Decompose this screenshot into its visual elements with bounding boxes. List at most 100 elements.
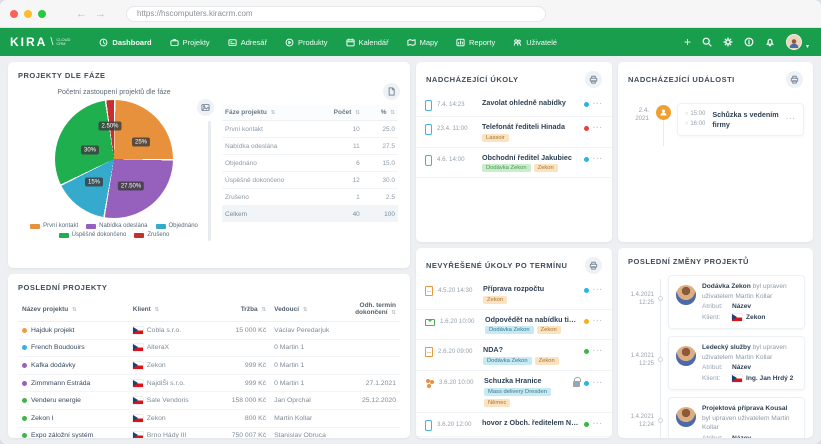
project-row[interactable]: Zekon IZekon800 KčMartin Kollar [18, 409, 400, 427]
project-row[interactable]: Hajduk projektCobla s.r.o.15 000 KčVácla… [18, 322, 400, 340]
column-header-count[interactable]: Počet ⇅ [321, 105, 363, 121]
task-item[interactable]: 3.6.20 10:00 Schuzka Hranice Mass delive… [416, 371, 612, 413]
more-menu-icon[interactable]: ··· [593, 421, 603, 428]
table-row[interactable]: Objednáno615.0 [222, 155, 398, 172]
more-menu-icon[interactable]: ··· [593, 348, 603, 355]
project-row[interactable]: Venderu energieSale Vendoris158 000 KčJa… [18, 392, 400, 410]
task-item[interactable]: 7.4. 14:23 Zavolat ohledně nabídky ··· [416, 93, 612, 117]
project-row[interactable]: Kafka dodávkyZekon999 Kč0 Martin 1 [18, 357, 400, 375]
column-header-lead[interactable]: Vedoucí ⇅ [270, 297, 335, 322]
more-menu-icon[interactable]: ··· [593, 101, 603, 108]
project-row[interactable]: Zimmmann EstrádaNajdiŠi s.r.o.999 Kč0 Ma… [18, 374, 400, 392]
task-item[interactable]: 3.6.20 12:00 hovor z Obch. ředitelem Not… [416, 413, 612, 437]
task-title: Zavolat ohledně nabídky [482, 98, 579, 108]
search-icon[interactable] [702, 37, 712, 47]
report-chart-icon [456, 38, 465, 47]
column-header-revenue[interactable]: Tržba ⇅ [217, 297, 270, 322]
tag[interactable]: Dodávka Zekon [482, 164, 531, 172]
app-logo[interactable]: KIRA \ CLOUD CRM [10, 35, 72, 49]
project-row[interactable]: French BoudouirsAlteraX0 Martin 1 [18, 339, 400, 357]
event-times: ○15:00 ○16:00 [685, 110, 705, 129]
tag[interactable]: Zekon [534, 164, 558, 172]
table-row[interactable]: První kontakt1025.0 [222, 121, 398, 138]
legend-item[interactable]: Zrušeno [134, 232, 169, 238]
gear-icon[interactable] [723, 37, 733, 47]
add-icon[interactable]: + [684, 37, 691, 47]
task-item[interactable]: 23.4. 11:00 Telefonát řediteli Hinada La… [416, 117, 612, 148]
status-dot [584, 102, 589, 107]
column-header-pct[interactable]: % ⇅ [363, 105, 398, 121]
change-item[interactable]: 1.4.202112:25 Ledecký služby byl upraven… [618, 336, 805, 390]
nav-item-kalendar[interactable]: Kalendář [337, 28, 398, 56]
more-menu-icon[interactable]: ··· [593, 380, 603, 387]
column-header-due[interactable]: Odh. termín dokončení ⇅ [335, 297, 400, 322]
print-button[interactable] [585, 257, 602, 274]
user-avatar[interactable] [786, 34, 802, 50]
tag[interactable]: Mass delivery Dresden [484, 388, 551, 396]
table-row[interactable]: Nabídka odeslána1127.5 [222, 138, 398, 155]
bell-icon[interactable] [765, 37, 775, 47]
tag[interactable]: Dodávka Zekon [485, 326, 534, 334]
project-row[interactable]: Expo záložní systémBrno Hády III750 007 … [18, 427, 400, 438]
more-menu-icon[interactable]: ··· [593, 287, 603, 294]
nav-item-mapy[interactable]: Mapy [398, 28, 447, 56]
legend-item[interactable]: První kontakt [30, 223, 78, 229]
clock-icon: ○ [685, 121, 688, 127]
tag[interactable]: Zekon [483, 296, 507, 304]
tag[interactable]: Dodávka Zekon [483, 357, 532, 365]
table-row[interactable]: Úspěšně dokončeno1230.0 [222, 172, 398, 189]
nav-item-adresar[interactable]: Adresář [219, 28, 276, 56]
legend-item[interactable]: Objednáno [156, 223, 198, 229]
nav-item-dashboard[interactable]: Dashboard [90, 28, 160, 56]
task-item[interactable]: 4.6. 14:00 Obchodní ředitel Jakubiec Dod… [416, 148, 612, 179]
avatar [676, 407, 696, 427]
nav-item-uzivatele[interactable]: Uživatelé [504, 28, 566, 56]
task-item[interactable]: 1.6.20 10:00 Odpovědět na nabídku tiskar… [416, 310, 612, 341]
legend-item[interactable]: Úspěšně dokončeno [59, 232, 127, 238]
avatar [676, 285, 696, 305]
forward-icon[interactable]: → [95, 8, 106, 20]
back-icon[interactable]: ← [76, 8, 87, 20]
tag[interactable]: Zekon [537, 326, 561, 334]
minimize-window-button[interactable] [24, 10, 32, 18]
print-button[interactable] [786, 71, 803, 88]
export-file-button[interactable] [383, 83, 400, 100]
tag[interactable]: Němec [484, 399, 510, 407]
scrollbar[interactable] [208, 121, 211, 241]
tag[interactable]: Lassoir [482, 134, 509, 142]
task-item[interactable]: 15.6.20 09:00 Konference fiskál 20 ··· [416, 437, 612, 438]
info-icon[interactable] [744, 37, 754, 47]
task-item[interactable]: 4.5.20 14:30 Příprava rozpočtu Zekon ··· [416, 279, 612, 310]
address-bar[interactable]: https://hscomputers.kiracrm.com [126, 6, 546, 22]
change-item[interactable]: 1.4.202112:25 Dodávka Zekon byl upraven … [618, 275, 805, 329]
event-item[interactable]: 2.4. 2021 ○15:00 ○16:00 [618, 93, 813, 146]
column-header-name[interactable]: Název projektu ⇅ [18, 297, 129, 322]
nav-item-projekty[interactable]: Projekty [161, 28, 219, 56]
column-header-phase[interactable]: Fáze projektu ⇅ [222, 105, 321, 121]
maximize-window-button[interactable] [38, 10, 46, 18]
print-button[interactable] [585, 71, 602, 88]
nav-item-produkty[interactable]: Produkty [276, 28, 337, 56]
sort-icon: ⇅ [303, 307, 308, 313]
table-row[interactable]: Zrušeno12.5 [222, 189, 398, 206]
task-item[interactable]: 2.6.20 09:00 NDA? Dodávka ZekonZekon ··· [416, 340, 612, 371]
more-menu-icon[interactable]: ··· [786, 116, 796, 123]
pie-label: 15% [85, 178, 103, 187]
more-menu-icon[interactable]: ··· [593, 125, 603, 132]
more-menu-icon[interactable]: ··· [593, 156, 603, 163]
nav-item-reporty[interactable]: Reporty [447, 28, 504, 56]
sort-icon: ⇅ [390, 110, 395, 116]
timeline-node [658, 418, 663, 423]
upcoming-tasks-card: NADCHÁZEJÍCÍ ÚKOLY 7.4. 14:23 Zavolat oh… [416, 62, 612, 242]
printer-icon [790, 75, 799, 84]
change-item[interactable]: 1.4.202112:24 Projektová příprava Kousal… [618, 397, 805, 438]
tag[interactable]: Zekon [535, 357, 559, 365]
projects-by-phase-card: PROJEKTY DLE FÁZE Početní zastoupení pro… [8, 62, 410, 268]
chevron-down-icon[interactable]: ▾ [806, 43, 809, 50]
more-menu-icon[interactable]: ··· [593, 318, 603, 325]
phase-pie[interactable] [55, 100, 173, 218]
task-title: Obchodní ředitel Jakubiec [482, 153, 579, 163]
column-header-client[interactable]: Klient ⇅ [129, 297, 217, 322]
close-window-button[interactable] [10, 10, 18, 18]
legend-item[interactable]: Nabídka odeslána [86, 223, 147, 229]
